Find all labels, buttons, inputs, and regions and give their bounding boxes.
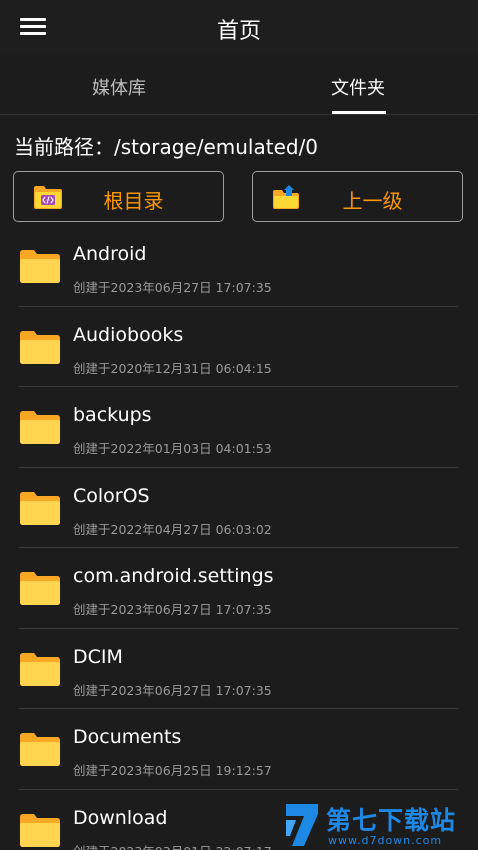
site-watermark: 第七下载站 www.d7down.com (282, 800, 478, 850)
tab-bar: 媒体库 文件夹 (0, 56, 478, 114)
file-name: backups (73, 404, 152, 426)
file-name: Android (73, 243, 147, 265)
list-item[interactable]: Documents 创建于2023年06月25日 19:12:57 (0, 709, 478, 790)
list-item[interactable]: Audiobooks 创建于2020年12月31日 06:04:15 (0, 307, 478, 387)
parent-directory-label: 上一级 (342, 189, 403, 213)
tab-media-library[interactable]: 媒体库 (92, 74, 146, 100)
list-item[interactable]: backups 创建于2022年01月03日 04:01:53 (0, 387, 478, 468)
folder-icon (20, 813, 60, 847)
file-name: Download (73, 806, 168, 829)
folder-icon (20, 652, 60, 686)
file-name: Documents (73, 726, 182, 748)
list-item[interactable]: ColorOS 创建于2022年04月27日 06:03:02 (0, 468, 478, 548)
folder-icon (20, 330, 60, 364)
folder-icon (20, 572, 60, 605)
file-created-date: 创建于2020年12月31日 06:04:15 (73, 360, 272, 376)
app-root: 首页 媒体库 文件夹 当前路径：/storage/emulated/0 根目录 … (0, 0, 478, 850)
file-name: DCIM (73, 645, 123, 668)
folder-icon (20, 250, 60, 283)
file-created-date: 创建于2023年06月27日 17:07:35 (73, 602, 272, 617)
list-item[interactable]: DCIM 创建于2023年06月27日 17:07:35 (0, 629, 478, 709)
watermark-text: 第七下载站 (326, 806, 457, 835)
file-created-date: 创建于2023年03月01日 22:07:17 (73, 841, 272, 850)
file-name: ColorOS (73, 484, 150, 507)
file-created-date: 创建于2023年06月27日 17:07:35 (73, 682, 272, 698)
tabs-divider (0, 114, 478, 115)
folder-icon (20, 411, 60, 444)
folder-icon (20, 733, 60, 766)
root-directory-label: 根目录 (103, 189, 164, 213)
file-name: Audiobooks (73, 323, 184, 346)
file-created-date: 创建于2022年01月03日 04:01:53 (73, 441, 272, 456)
page-title: 首页 (216, 19, 261, 44)
file-list: Android 创建于2023年06月27日 17:07:35 Audioboo… (0, 226, 478, 850)
file-created-date: 创建于2023年06月27日 17:07:35 (73, 280, 272, 295)
file-created-date: 创建于2022年04月27日 06:03:02 (73, 521, 272, 537)
current-path: 当前路径：/storage/emulated/0 (14, 135, 319, 159)
watermark-url: www.d7down.com (328, 834, 443, 847)
top-bar: 首页 (0, 0, 478, 55)
watermark-logo-icon (286, 804, 318, 846)
parent-directory-button[interactable]: 上一级 (252, 171, 463, 222)
folder-icon (20, 491, 60, 525)
root-directory-button[interactable]: 根目录 (13, 171, 224, 222)
file-name: com.android.settings (73, 565, 274, 587)
list-item[interactable]: Android 创建于2023年06月27日 17:07:35 (0, 226, 478, 307)
file-created-date: 创建于2023年06月25日 19:12:57 (73, 763, 272, 778)
tab-folders[interactable]: 文件夹 (331, 74, 385, 100)
list-item[interactable]: com.android.settings 创建于2023年06月27日 17:0… (0, 548, 478, 629)
